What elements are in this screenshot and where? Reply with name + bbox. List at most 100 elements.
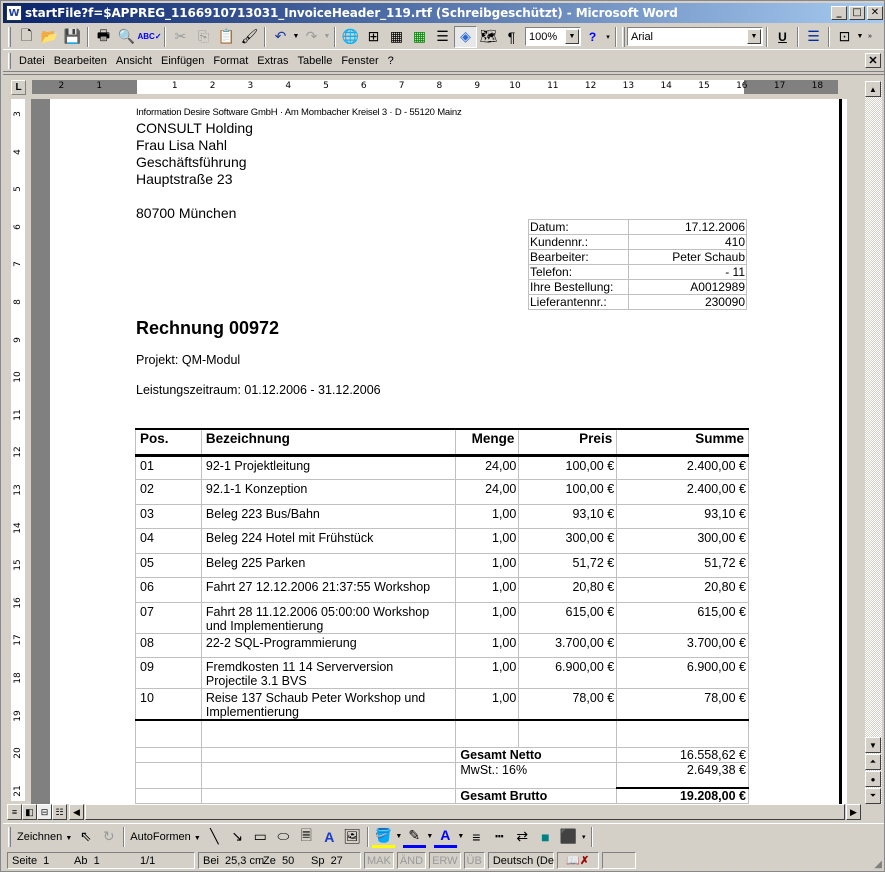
maximize-button[interactable]: □ [849, 6, 865, 20]
line-style-icon[interactable]: ≡ [465, 826, 488, 848]
text-box-icon[interactable]: 🗏 [295, 826, 318, 848]
free-rotate-icon[interactable]: ↻ [97, 826, 120, 848]
scroll-right-icon[interactable]: ▶ [846, 804, 861, 820]
toolbar-grip[interactable] [622, 26, 625, 47]
outline-view-icon[interactable]: ☷ [52, 804, 67, 820]
menu-einfuegen[interactable]: Einfügen [157, 55, 209, 67]
autoshapes-menu-button[interactable]: AutoFormen ▼ [128, 831, 203, 843]
print-layout-icon[interactable]: ⊟ [37, 804, 52, 820]
bullets-icon[interactable]: ☰ [802, 26, 825, 48]
draw-menu-button[interactable]: Zeichnen ▼ [15, 831, 74, 843]
font-combo[interactable]: Arial ▼ [627, 27, 763, 46]
shadow-icon[interactable]: ■ [534, 826, 557, 848]
status-overtype[interactable]: ÜB [463, 852, 485, 869]
toolbar-options-icon[interactable]: ▾ [604, 33, 612, 41]
menu-help[interactable]: ? [384, 55, 399, 67]
columns-icon[interactable]: ☰ [431, 26, 454, 48]
minimize-button[interactable]: _ [831, 6, 847, 20]
more-buttons-icon[interactable]: » [864, 33, 876, 40]
save-icon[interactable]: 💾 [61, 26, 84, 48]
scroll-left-icon[interactable]: ◀ [69, 804, 84, 820]
cut-icon[interactable]: ✂ [169, 26, 192, 48]
undo-dropdown-icon[interactable]: ▼ [292, 33, 300, 40]
tab-selector-icon[interactable]: L [11, 80, 26, 95]
toolbar-grip[interactable] [8, 826, 11, 847]
hyperlink-icon[interactable]: 🌐 [339, 26, 362, 48]
font-color-icon[interactable]: A [433, 826, 457, 848]
select-objects-icon[interactable]: ⇖ [74, 826, 97, 848]
underline-icon[interactable]: U [771, 26, 794, 48]
word-icon[interactable]: W [6, 5, 22, 21]
menu-ansicht[interactable]: Ansicht [112, 55, 157, 67]
line-icon[interactable]: ╲ [203, 826, 226, 848]
print-icon[interactable]: 🖶 [92, 26, 115, 48]
print-preview-icon[interactable]: 🔍 [115, 26, 138, 48]
insert-excel-icon[interactable]: ▦ [408, 26, 431, 48]
vertical-scrollbar[interactable]: ▲ ▼ ⏶ ● ⏷ [865, 81, 882, 804]
previous-page-icon[interactable]: ⏶ [865, 754, 881, 770]
menu-fenster[interactable]: Fenster [337, 55, 383, 67]
ruler-scale[interactable]: 2 1 1 2 3 4 5 6 7 8 9 10 11 12 13 14 15 16 17 18 [32, 80, 838, 94]
zoom-combo[interactable]: 100% ▼ [525, 27, 581, 46]
fill-color-dropdown-icon[interactable]: ▼ [395, 833, 403, 840]
arrow-icon[interactable]: ↘ [226, 826, 249, 848]
toolbar-options-icon[interactable]: ▾ [580, 833, 588, 841]
menu-datei[interactable]: Datei [15, 55, 50, 67]
help-icon[interactable]: ? [581, 26, 604, 48]
close-button[interactable]: ✕ [867, 6, 883, 20]
rectangle-icon[interactable]: ▭ [249, 826, 272, 848]
spelling-status-icon[interactable]: 📖✗ [556, 852, 599, 869]
chevron-down-icon[interactable]: ▼ [747, 29, 761, 44]
resize-grip-icon[interactable]: ◢ [874, 859, 882, 870]
menu-bearbeiten[interactable]: Bearbeiten [50, 55, 112, 67]
scroll-up-icon[interactable]: ▲ [865, 81, 881, 97]
spelling-icon[interactable]: ABC✓ [137, 26, 161, 48]
new-document-icon[interactable]: 🗋 [15, 26, 38, 48]
oval-icon[interactable]: ⬭ [272, 826, 295, 848]
chevron-down-icon[interactable]: ▼ [565, 29, 579, 44]
borders-dropdown-icon[interactable]: ▼ [856, 33, 864, 40]
redo-dropdown-icon[interactable]: ▼ [323, 33, 331, 40]
horizontal-scrollbar[interactable]: ≡ ◧ ⊟ ☷ ◀ ▶ [3, 804, 865, 821]
menu-format[interactable]: Format [209, 55, 253, 67]
redo-icon[interactable]: ↷ [300, 26, 323, 48]
dash-style-icon[interactable]: ┅ [488, 826, 511, 848]
status-language[interactable]: Deutsch (De [487, 852, 554, 869]
3d-icon[interactable]: ⬛ [557, 826, 580, 848]
status-macro-recording[interactable]: MAK [364, 852, 394, 869]
next-page-icon[interactable]: ⏷ [865, 788, 881, 804]
vertical-ruler[interactable]: 3 4 5 6 7 8 9 10 11 12 13 14 15 16 17 18 19 20 21 [11, 99, 25, 801]
scroll-track[interactable] [85, 804, 845, 820]
menu-grip[interactable] [8, 53, 11, 69]
clipart-icon[interactable]: 🖼 [341, 826, 364, 848]
insert-table-icon[interactable]: ▦ [385, 26, 408, 48]
paste-icon[interactable]: 📋 [215, 26, 238, 48]
close-document-icon[interactable]: ✕ [865, 53, 881, 68]
menu-extras[interactable]: Extras [253, 55, 293, 67]
undo-icon[interactable]: ↶ [269, 26, 292, 48]
font-color-dropdown-icon[interactable]: ▼ [457, 833, 465, 840]
borders-icon[interactable]: ⊡ [833, 26, 856, 48]
arrow-style-icon[interactable]: ⇄ [511, 826, 534, 848]
document-page[interactable]: Information Desire Software GmbH · Am Mo… [50, 99, 847, 804]
toolbar-grip[interactable] [8, 26, 11, 47]
format-painter-icon[interactable]: 🖌 [238, 26, 261, 48]
line-color-dropdown-icon[interactable]: ▼ [426, 833, 434, 840]
web-view-icon[interactable]: ◧ [22, 804, 37, 820]
menu-tabelle[interactable]: Tabelle [293, 55, 337, 67]
copy-icon[interactable]: ⎘ [192, 26, 215, 48]
select-browse-object-icon[interactable]: ● [865, 771, 881, 787]
header-pos: Pos. [135, 428, 202, 457]
wordart-icon[interactable]: A [318, 826, 341, 848]
drawing-icon[interactable]: ◈ [454, 25, 477, 48]
status-extend[interactable]: ERW [429, 852, 461, 869]
document-map-icon[interactable]: 🗺 [477, 26, 500, 48]
line-color-icon[interactable]: ✎ [402, 826, 426, 848]
show-formatting-icon[interactable]: ¶ [500, 26, 523, 48]
tables-borders-icon[interactable]: ⊞ [362, 26, 385, 48]
fill-color-icon[interactable]: 🪣 [371, 826, 395, 848]
status-track-changes[interactable]: ÄND [396, 852, 427, 869]
open-folder-icon[interactable]: 📂 [38, 26, 61, 48]
normal-view-icon[interactable]: ≡ [7, 804, 22, 820]
scroll-down-icon[interactable]: ▼ [865, 737, 881, 753]
